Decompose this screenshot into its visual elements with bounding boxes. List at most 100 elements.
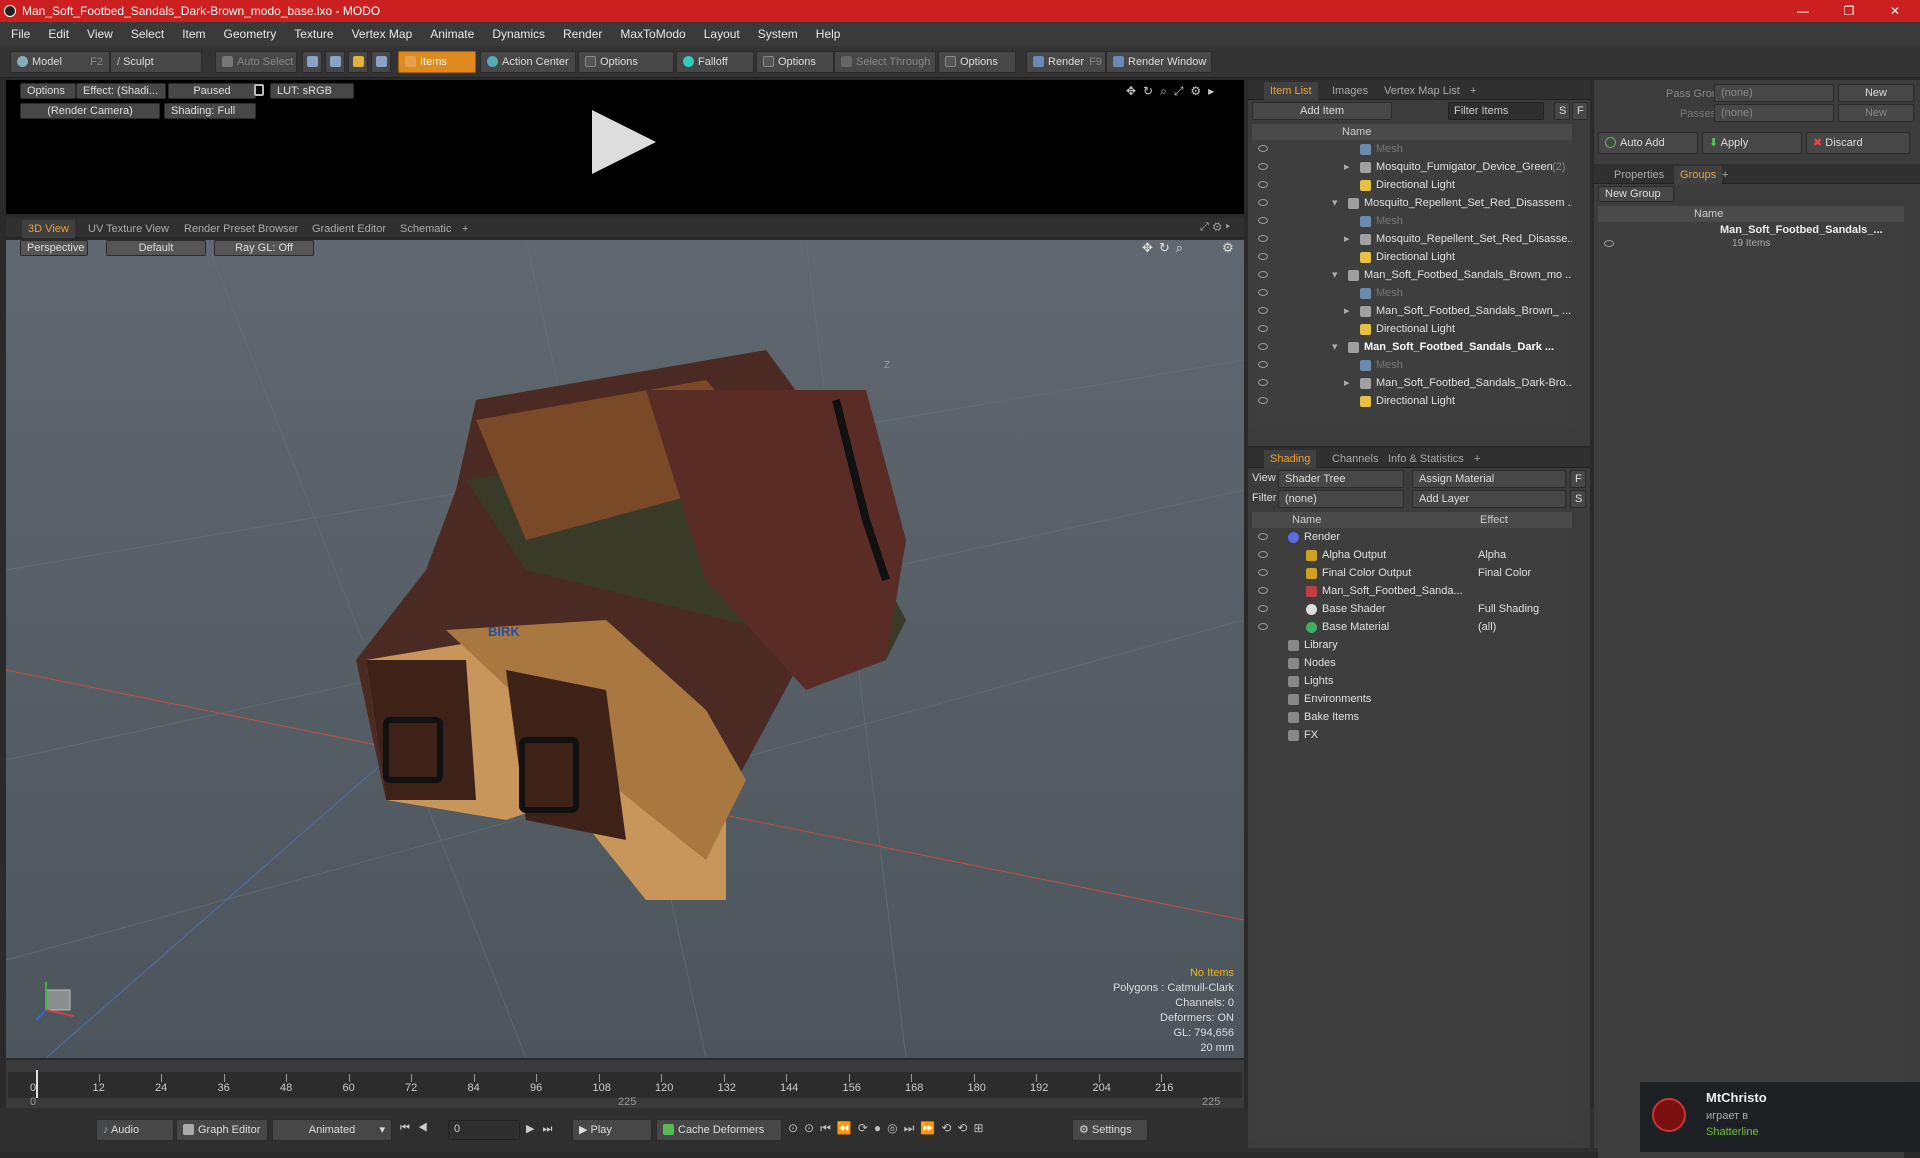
render-button[interactable]: Render F9 — [1026, 51, 1106, 73]
group-item-name[interactable]: Man_Soft_Footbed_Sandals_... — [1720, 224, 1883, 236]
tab-3d-view[interactable]: 3D View — [22, 220, 75, 238]
shader-tree-row[interactable]: Man_Soft_Footbed_Sanda... — [1252, 582, 1572, 600]
shader-tree-row[interactable]: Library — [1252, 636, 1572, 654]
eye-icon[interactable] — [1258, 343, 1268, 350]
audio-button[interactable]: ♪ Audio — [96, 1119, 174, 1141]
item-list-row[interactable]: ▾ Man_Soft_Footbed_Sandals_Dark ... — [1252, 338, 1572, 356]
lock-icon[interactable] — [254, 84, 264, 96]
eye-icon[interactable] — [1258, 235, 1268, 242]
falloff-button[interactable]: Falloff — [676, 51, 754, 73]
expand-arrow-icon[interactable]: ▾ — [1332, 338, 1338, 356]
action-center-button[interactable]: Action Center — [480, 51, 576, 73]
menu-system[interactable]: System — [749, 27, 807, 41]
eye-icon[interactable] — [1258, 181, 1268, 188]
shader-tree-row[interactable]: Final Color Output Final Color — [1252, 564, 1572, 582]
raygl-toggle[interactable]: Ray GL: Off — [214, 240, 314, 256]
add-tab-button[interactable]: + — [1716, 166, 1734, 184]
eye-icon[interactable] — [1258, 289, 1268, 296]
polygons-mode-button[interactable] — [348, 51, 368, 73]
tab-images[interactable]: Images — [1326, 82, 1374, 100]
transport-back-icons[interactable]: ⏮◀ — [400, 1122, 436, 1135]
auto-add-button[interactable]: Auto Add — [1598, 132, 1698, 154]
falloff-options-button[interactable]: Options — [756, 51, 834, 73]
action-center-options-button[interactable]: Options — [578, 51, 674, 73]
timeline-ruler[interactable] — [8, 1072, 1242, 1098]
items-mode-button[interactable]: Items — [398, 51, 476, 73]
frame-input[interactable]: 0 — [448, 1120, 520, 1140]
select-through-options-button[interactable]: Options — [938, 51, 1016, 73]
3d-viewport[interactable]: BIRK Z Perspective Default Ray GL: Off ✥… — [6, 240, 1244, 1058]
materials-mode-button[interactable] — [371, 51, 391, 73]
add-layer-dropdown[interactable]: Add Layer — [1412, 490, 1566, 508]
tab-schematic[interactable]: Schematic — [394, 220, 457, 238]
eye-icon[interactable] — [1258, 605, 1268, 612]
tab-channels[interactable]: Channels — [1326, 450, 1384, 468]
item-list-f-button[interactable]: F — [1572, 102, 1588, 120]
render-window-button[interactable]: Render Window — [1106, 51, 1212, 73]
render-camera-dropdown[interactable]: (Render Camera) — [20, 103, 160, 119]
tab-item-list[interactable]: Item List — [1264, 82, 1318, 100]
viewport-tab-icons[interactable]: ⤢⚙▸ — [1200, 221, 1234, 234]
tab-groups[interactable]: Groups — [1674, 166, 1723, 184]
item-list-row[interactable]: ▾ Man_Soft_Footbed_Sandals_Brown_mo ... — [1252, 266, 1572, 284]
menu-view[interactable]: View — [78, 27, 122, 41]
play-icon[interactable] — [592, 110, 656, 174]
shader-tree-row[interactable]: Base Shader Full Shading — [1252, 600, 1572, 618]
viewport-nav-icons[interactable]: ✥↻⌕ — [1142, 240, 1189, 256]
eye-icon[interactable] — [1258, 587, 1268, 594]
new-pass-button[interactable]: New — [1838, 104, 1914, 122]
shader-tree-row[interactable]: Bake Items — [1252, 708, 1572, 726]
item-list-row[interactable]: Directional Light — [1252, 320, 1572, 338]
filter-items-input[interactable]: Filter Items — [1448, 102, 1544, 120]
shader-layer-effect[interactable]: (all) — [1478, 618, 1572, 636]
shader-layer-effect[interactable]: Full Shading — [1478, 600, 1572, 618]
add-tab-button[interactable]: + — [1468, 450, 1486, 468]
play-button[interactable]: ▶ Play — [572, 1119, 652, 1141]
item-list-row[interactable]: ▾ Mosquito_Repellent_Set_Red_Disassem ... — [1252, 194, 1572, 212]
pass-groups-dropdown[interactable]: (none) — [1714, 84, 1834, 102]
menu-layout[interactable]: Layout — [695, 27, 749, 41]
eye-icon[interactable] — [1258, 397, 1268, 404]
menu-animate[interactable]: Animate — [421, 27, 483, 41]
shading-dropdown[interactable]: Shading: Full — [164, 103, 256, 119]
tab-shading[interactable]: Shading — [1264, 450, 1317, 468]
menu-help[interactable]: Help — [807, 27, 850, 41]
tab-properties[interactable]: Properties — [1608, 166, 1670, 184]
item-list-row[interactable]: ▸ Man_Soft_Footbed_Sandals_Dark-Bro... — [1252, 374, 1572, 392]
tab-uv-texture-view[interactable]: UV Texture View — [82, 220, 175, 238]
viewport-settings-icon[interactable]: ⚙ — [1222, 240, 1234, 256]
eye-icon[interactable] — [1258, 379, 1268, 386]
add-tab-button[interactable]: + — [456, 220, 474, 238]
cache-deformers-button[interactable]: Cache Deformers — [656, 1119, 782, 1141]
eye-icon[interactable] — [1258, 569, 1268, 576]
steam-notification[interactable]: MtChristo играет в Shatterline — [1640, 1082, 1920, 1152]
eye-icon[interactable] — [1258, 199, 1268, 206]
preview-paused-button[interactable]: Paused — [168, 83, 256, 99]
eye-icon[interactable] — [1258, 623, 1268, 630]
transport-forward-icons[interactable]: ▶⏭ — [526, 1122, 560, 1136]
shader-layer-effect[interactable]: Final Color — [1478, 564, 1572, 582]
apply-button[interactable]: ⬇ Apply — [1702, 132, 1802, 154]
item-list-row[interactable]: Mesh — [1252, 284, 1572, 302]
collapse-arrow-icon[interactable]: ▸ — [1344, 158, 1350, 176]
shading-s-button[interactable]: S — [1570, 490, 1586, 508]
passes-dropdown[interactable]: (none) — [1714, 104, 1834, 122]
shader-tree-row[interactable]: Base Material (all) — [1252, 618, 1572, 636]
tab-vertex-map-list[interactable]: Vertex Map List — [1378, 82, 1466, 100]
eye-icon[interactable] — [1258, 271, 1268, 278]
eye-icon[interactable] — [1258, 307, 1268, 314]
eye-icon[interactable] — [1258, 145, 1268, 152]
menu-geometry[interactable]: Geometry — [215, 27, 286, 41]
playhead[interactable] — [36, 1070, 38, 1098]
menu-item[interactable]: Item — [173, 27, 214, 41]
graph-editor-button[interactable]: Graph Editor — [176, 1119, 268, 1141]
item-list-row[interactable]: ▸ Mosquito_Fumigator_Device_Green (2) — [1252, 158, 1572, 176]
close-button[interactable]: ✕ — [1872, 0, 1918, 22]
item-list-row[interactable]: Mesh — [1252, 140, 1572, 158]
menu-render[interactable]: Render — [554, 27, 611, 41]
shader-tree-row[interactable]: Nodes — [1252, 654, 1572, 672]
view-dropdown[interactable]: Shader Tree — [1278, 470, 1404, 488]
menu-maxtomodo[interactable]: MaxToModo — [611, 27, 694, 41]
item-list-row[interactable]: Directional Light — [1252, 392, 1572, 410]
discard-button[interactable]: ✖ Discard — [1806, 132, 1910, 154]
